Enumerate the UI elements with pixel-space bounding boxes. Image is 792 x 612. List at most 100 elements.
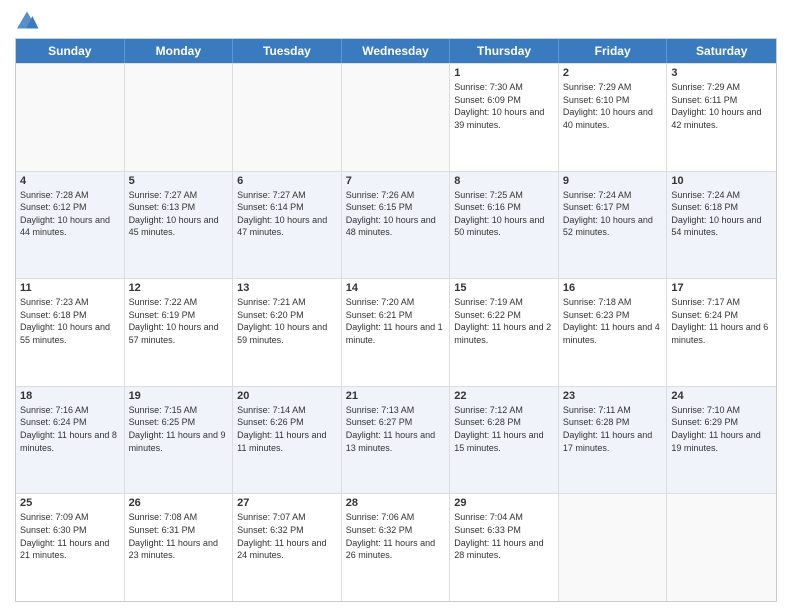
day-info: Sunrise: 7:12 AM Sunset: 6:28 PM Dayligh…	[454, 404, 554, 454]
calendar-header: SundayMondayTuesdayWednesdayThursdayFrid…	[16, 39, 776, 63]
day-info: Sunrise: 7:22 AM Sunset: 6:19 PM Dayligh…	[129, 296, 229, 346]
day-info: Sunrise: 7:07 AM Sunset: 6:32 PM Dayligh…	[237, 511, 337, 561]
day-number: 15	[454, 282, 554, 294]
day-header-wednesday: Wednesday	[342, 39, 451, 63]
day-info: Sunrise: 7:23 AM Sunset: 6:18 PM Dayligh…	[20, 296, 120, 346]
day-number: 28	[346, 497, 446, 509]
day-info: Sunrise: 7:27 AM Sunset: 6:13 PM Dayligh…	[129, 189, 229, 239]
day-info: Sunrise: 7:25 AM Sunset: 6:16 PM Dayligh…	[454, 189, 554, 239]
day-number: 27	[237, 497, 337, 509]
day-number: 4	[20, 175, 120, 187]
calendar-cell: 14 Sunrise: 7:20 AM Sunset: 6:21 PM Dayli…	[342, 279, 451, 386]
calendar-cell	[559, 494, 668, 601]
calendar-cell	[233, 64, 342, 171]
calendar-row-4: 18 Sunrise: 7:16 AM Sunset: 6:24 PM Dayli…	[16, 386, 776, 494]
day-number: 13	[237, 282, 337, 294]
day-number: 2	[563, 67, 663, 79]
calendar-cell: 29 Sunrise: 7:04 AM Sunset: 6:33 PM Dayli…	[450, 494, 559, 601]
day-info: Sunrise: 7:08 AM Sunset: 6:31 PM Dayligh…	[129, 511, 229, 561]
calendar-cell: 12 Sunrise: 7:22 AM Sunset: 6:19 PM Dayli…	[125, 279, 234, 386]
day-number: 25	[20, 497, 120, 509]
day-info: Sunrise: 7:17 AM Sunset: 6:24 PM Dayligh…	[671, 296, 772, 346]
calendar-cell: 9Sunrise: 7:24 AM Sunset: 6:17 PM Daylig…	[559, 172, 668, 279]
calendar-row-2: 4 Sunrise: 7:28 AM Sunset: 6:12 PM Daylig…	[16, 171, 776, 279]
calendar-cell: 3 Sunrise: 7:29 AM Sunset: 6:11 PM Daylig…	[667, 64, 776, 171]
calendar-cell: 2 Sunrise: 7:29 AM Sunset: 6:10 PM Daylig…	[559, 64, 668, 171]
day-header-tuesday: Tuesday	[233, 39, 342, 63]
day-number: 20	[237, 390, 337, 402]
calendar-cell: 21Sunrise: 7:13 AM Sunset: 6:27 PM Dayli…	[342, 387, 451, 494]
day-number: 8	[454, 175, 554, 187]
calendar-cell: 20 Sunrise: 7:14 AM Sunset: 6:26 PM Dayli…	[233, 387, 342, 494]
day-number: 29	[454, 497, 554, 509]
calendar-cell: 22Sunrise: 7:12 AM Sunset: 6:28 PM Dayli…	[450, 387, 559, 494]
calendar-cell: 26 Sunrise: 7:08 AM Sunset: 6:31 PM Dayli…	[125, 494, 234, 601]
calendar-cell: 28 Sunrise: 7:06 AM Sunset: 6:32 PM Dayli…	[342, 494, 451, 601]
calendar-cell: 17 Sunrise: 7:17 AM Sunset: 6:24 PM Dayli…	[667, 279, 776, 386]
day-header-monday: Monday	[125, 39, 234, 63]
calendar-row-3: 11 Sunrise: 7:23 AM Sunset: 6:18 PM Dayli…	[16, 278, 776, 386]
day-info: Sunrise: 7:10 AM Sunset: 6:29 PM Dayligh…	[671, 404, 772, 454]
day-info: Sunrise: 7:19 AM Sunset: 6:22 PM Dayligh…	[454, 296, 554, 346]
calendar-cell: 24 Sunrise: 7:10 AM Sunset: 6:29 PM Dayli…	[667, 387, 776, 494]
calendar-row-1: 1 Sunrise: 7:30 AM Sunset: 6:09 PM Daylig…	[16, 63, 776, 171]
day-number: 10	[671, 175, 772, 187]
calendar-cell	[342, 64, 451, 171]
day-info: Sunrise: 7:15 AM Sunset: 6:25 PM Dayligh…	[129, 404, 229, 454]
calendar-cell: 10 Sunrise: 7:24 AM Sunset: 6:18 PM Dayli…	[667, 172, 776, 279]
day-info: Sunrise: 7:29 AM Sunset: 6:10 PM Dayligh…	[563, 81, 663, 131]
day-number: 14	[346, 282, 446, 294]
calendar-cell: 6 Sunrise: 7:27 AM Sunset: 6:14 PM Daylig…	[233, 172, 342, 279]
calendar-cell: 13 Sunrise: 7:21 AM Sunset: 6:20 PM Dayli…	[233, 279, 342, 386]
day-number: 11	[20, 282, 120, 294]
calendar-cell	[16, 64, 125, 171]
day-info: Sunrise: 7:27 AM Sunset: 6:14 PM Dayligh…	[237, 189, 337, 239]
day-info: Sunrise: 7:29 AM Sunset: 6:11 PM Dayligh…	[671, 81, 772, 131]
logo	[15, 10, 43, 30]
day-number: 1	[454, 67, 554, 79]
calendar-cell: 27 Sunrise: 7:07 AM Sunset: 6:32 PM Dayli…	[233, 494, 342, 601]
day-number: 26	[129, 497, 229, 509]
calendar-cell: 11 Sunrise: 7:23 AM Sunset: 6:18 PM Dayli…	[16, 279, 125, 386]
day-header-friday: Friday	[559, 39, 668, 63]
day-number: 17	[671, 282, 772, 294]
calendar-cell	[125, 64, 234, 171]
day-info: Sunrise: 7:06 AM Sunset: 6:32 PM Dayligh…	[346, 511, 446, 561]
calendar-cell: 15 Sunrise: 7:19 AM Sunset: 6:22 PM Dayli…	[450, 279, 559, 386]
day-info: Sunrise: 7:28 AM Sunset: 6:12 PM Dayligh…	[20, 189, 120, 239]
calendar-cell: 19 Sunrise: 7:15 AM Sunset: 6:25 PM Dayli…	[125, 387, 234, 494]
logo-icon	[15, 10, 39, 30]
header	[15, 10, 777, 30]
calendar-cell: 1 Sunrise: 7:30 AM Sunset: 6:09 PM Daylig…	[450, 64, 559, 171]
day-info: Sunrise: 7:21 AM Sunset: 6:20 PM Dayligh…	[237, 296, 337, 346]
day-info: Sunrise: 7:24 AM Sunset: 6:18 PM Dayligh…	[671, 189, 772, 239]
calendar-cell: 25Sunrise: 7:09 AM Sunset: 6:30 PM Dayli…	[16, 494, 125, 601]
day-info: Sunrise: 7:18 AM Sunset: 6:23 PM Dayligh…	[563, 296, 663, 346]
day-info: Sunrise: 7:30 AM Sunset: 6:09 PM Dayligh…	[454, 81, 554, 131]
day-number: 12	[129, 282, 229, 294]
day-number: 21	[346, 390, 446, 402]
day-number: 6	[237, 175, 337, 187]
page: SundayMondayTuesdayWednesdayThursdayFrid…	[0, 0, 792, 612]
calendar-cell: 23Sunrise: 7:11 AM Sunset: 6:28 PM Dayli…	[559, 387, 668, 494]
day-number: 9	[563, 175, 663, 187]
calendar-cell: 4 Sunrise: 7:28 AM Sunset: 6:12 PM Daylig…	[16, 172, 125, 279]
day-number: 3	[671, 67, 772, 79]
day-number: 19	[129, 390, 229, 402]
day-number: 23	[563, 390, 663, 402]
day-info: Sunrise: 7:04 AM Sunset: 6:33 PM Dayligh…	[454, 511, 554, 561]
day-info: Sunrise: 7:14 AM Sunset: 6:26 PM Dayligh…	[237, 404, 337, 454]
day-number: 18	[20, 390, 120, 402]
day-header-thursday: Thursday	[450, 39, 559, 63]
day-info: Sunrise: 7:16 AM Sunset: 6:24 PM Dayligh…	[20, 404, 120, 454]
calendar-cell: 8 Sunrise: 7:25 AM Sunset: 6:16 PM Daylig…	[450, 172, 559, 279]
day-number: 16	[563, 282, 663, 294]
day-info: Sunrise: 7:20 AM Sunset: 6:21 PM Dayligh…	[346, 296, 446, 346]
day-number: 24	[671, 390, 772, 402]
day-number: 5	[129, 175, 229, 187]
calendar-cell	[667, 494, 776, 601]
calendar-body: 1 Sunrise: 7:30 AM Sunset: 6:09 PM Daylig…	[16, 63, 776, 601]
calendar-row-5: 25Sunrise: 7:09 AM Sunset: 6:30 PM Dayli…	[16, 493, 776, 601]
calendar-cell: 18 Sunrise: 7:16 AM Sunset: 6:24 PM Dayli…	[16, 387, 125, 494]
day-header-sunday: Sunday	[16, 39, 125, 63]
